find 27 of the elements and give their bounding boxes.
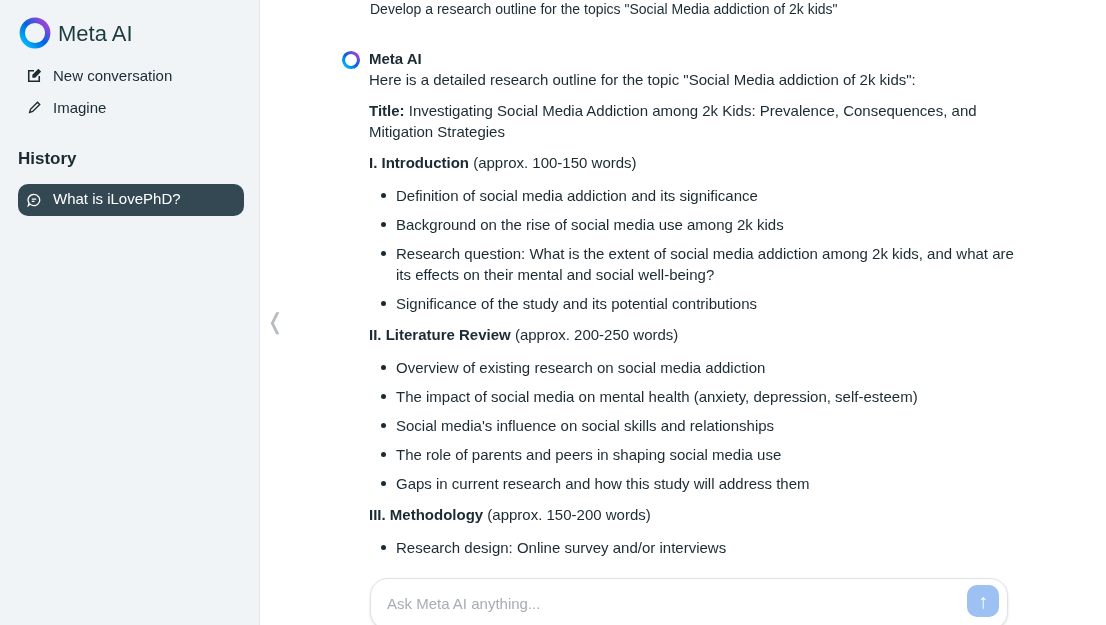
brand-name: Meta AI — [58, 19, 133, 48]
bullet-text: Background on the rise of social media use among 2k kids — [396, 215, 784, 235]
sidebar-action[interactable]: New conversation — [18, 62, 241, 90]
section-heading: II. Literature Review (approx. 200-250 words) — [369, 325, 680, 345]
bullet-text: Research design: Online survey and/or interviews — [396, 538, 727, 558]
section-heading: I. Introduction (approx. 100-150 words) — [369, 153, 638, 173]
bullet-text: Significance of the study and its potential contributions — [396, 294, 758, 314]
pencil-icon — [27, 101, 41, 115]
bullet-text: Gaps in current research and how this study will address them — [396, 474, 810, 494]
logo-icon — [18, 16, 52, 50]
history-item[interactable]: What is iLovePhD? — [18, 183, 244, 216]
section-heading: III. Methodology (approx. 150-200 words) — [369, 505, 652, 525]
assistant-avatar-icon — [341, 50, 361, 70]
compose-icon — [27, 69, 41, 83]
bullet-text: Definition of social media addiction and its significance — [396, 186, 758, 206]
bullet-text: Overview of existing research on social media addiction — [396, 358, 766, 378]
outline-title: Title: Investigating Social Media Addiction among 2k Kids: Prevalence, Consequences, and Mitigation Strategies — [369, 101, 978, 142]
history-heading: History — [18, 148, 78, 170]
bullet-text: The impact of social media on mental health (anxiety, depression, self-esteem) — [396, 387, 918, 407]
bullet-text: Research question: What is the extent of social media addiction among 2k kids, and what are its effects on their mental and social well-being? — [396, 244, 1015, 285]
bullet-text: The role of parents and peers in shaping social media use — [396, 445, 782, 465]
assistant-name: Meta AI — [369, 49, 423, 69]
sidebar-action[interactable]: Imagine — [18, 94, 241, 122]
chat-bubble-icon — [27, 192, 41, 207]
user-message: Develop a research outline for the topics "Social Media addiction of 2k kids" — [370, 0, 839, 19]
intro-text: Here is a detailed research outline for the topic "Social Media addiction of 2k kids": — [369, 70, 917, 90]
bullet-text: Social media's influence on social skills and relationships — [396, 416, 775, 436]
